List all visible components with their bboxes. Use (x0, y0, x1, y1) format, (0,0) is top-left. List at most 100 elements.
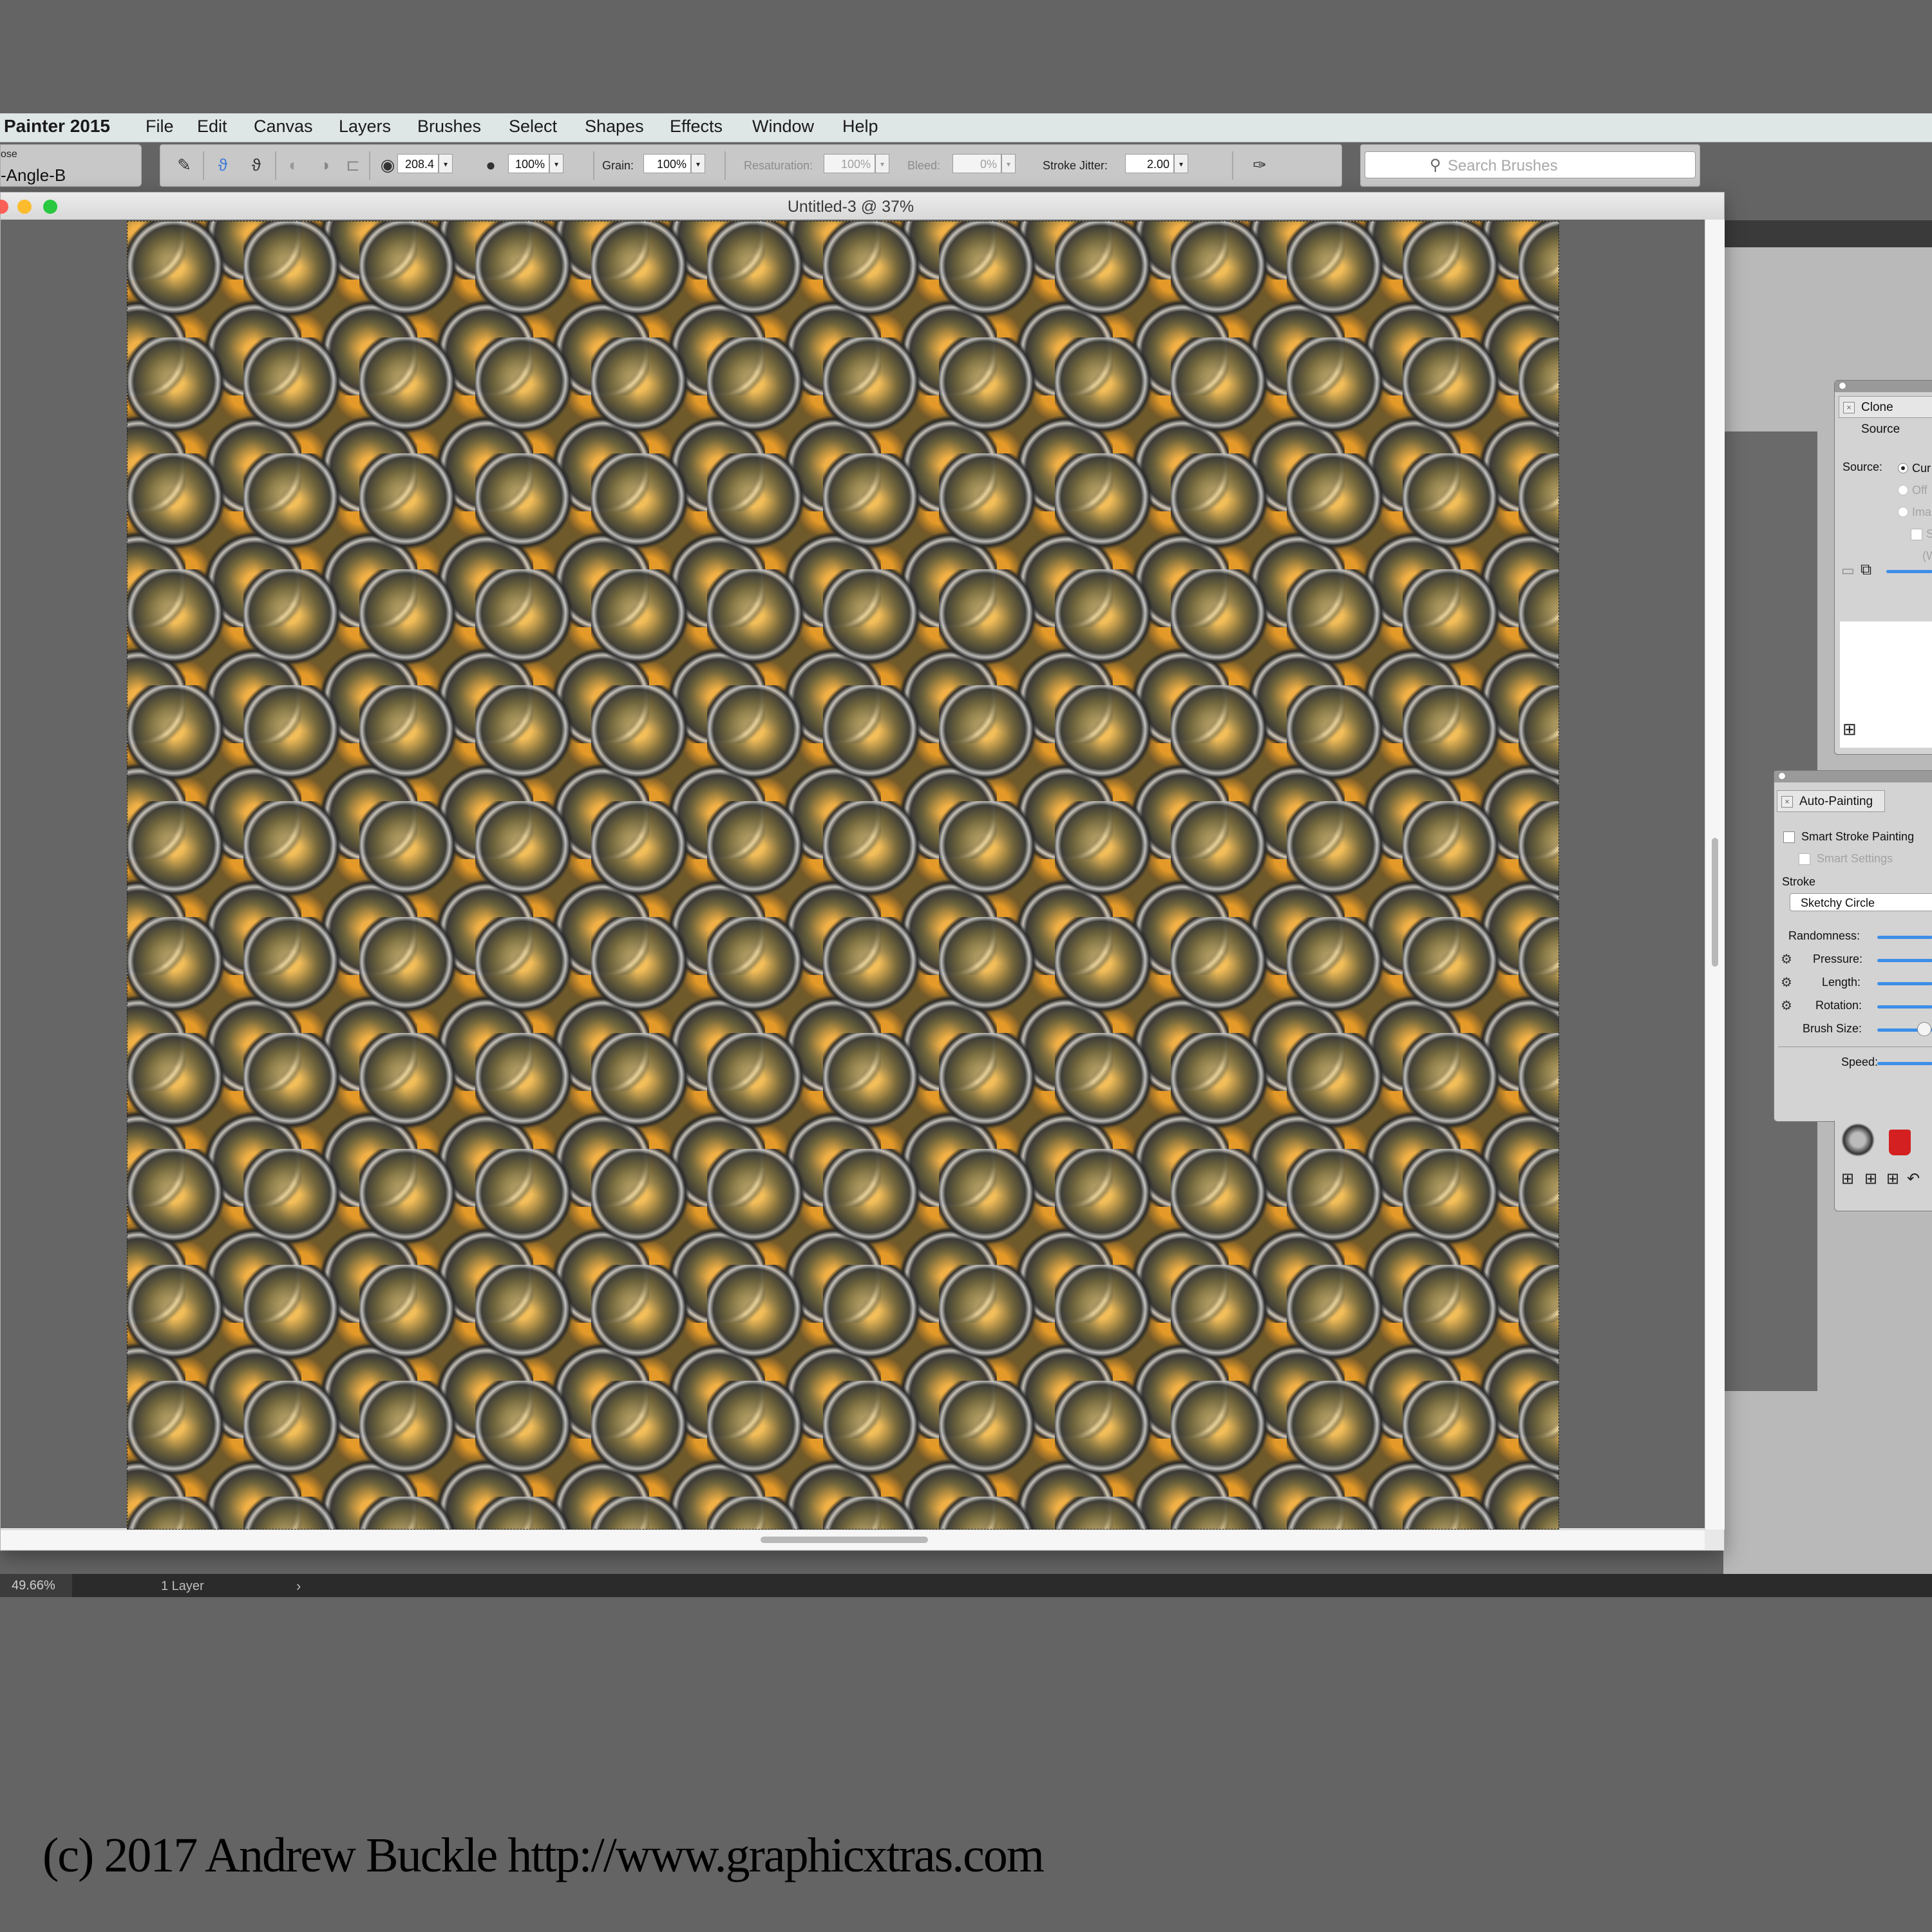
menu-help[interactable]: Help (842, 117, 878, 137)
source-image-radio[interactable] (1898, 507, 1908, 517)
menu-effects[interactable]: Effects (670, 117, 723, 137)
stroke-jitter-dropdown[interactable]: ▾ (1174, 154, 1188, 173)
vertical-scrollbar[interactable] (1705, 220, 1725, 1530)
grain-dropdown[interactable]: ▾ (691, 154, 705, 173)
rotation-slider[interactable] (1877, 1005, 1932, 1009)
undo-icon[interactable]: ↶ (1907, 1170, 1920, 1188)
smart-settings-checkbox[interactable] (1799, 853, 1810, 865)
menu-edit[interactable]: Edit (197, 117, 227, 137)
app-menu[interactable]: Painter 2015 (4, 116, 110, 137)
brush-size-knob[interactable] (1917, 1022, 1931, 1036)
bleed-dropdown[interactable]: ▾ (1001, 154, 1016, 173)
export-icon[interactable]: ⊞ (1886, 1170, 1899, 1188)
pressure-gear-icon[interactable]: ⚙ (1781, 951, 1792, 967)
brush-thumb-icon[interactable] (1841, 1123, 1875, 1157)
document-title: Untitled-3 @ 37% (787, 198, 914, 216)
zoom-level[interactable]: 49.66% (0, 1574, 72, 1597)
stroke-jitter-field[interactable]: 2.00 (1125, 154, 1174, 173)
search-icon: ⚲ (1430, 156, 1441, 174)
close-icon[interactable]: × (1781, 796, 1793, 808)
rotation-label: Rotation: (1815, 999, 1862, 1012)
brush-library-panel: ⊞ ⊞ ⊞ ↶ (1834, 1121, 1932, 1211)
menu-select[interactable]: Select (509, 117, 557, 137)
brush-selector[interactable]: ose -Angle-B (0, 144, 142, 187)
stroke-dropdown[interactable]: Sketchy Circle (1790, 893, 1932, 911)
panel-handle[interactable] (1774, 771, 1932, 782)
menu-brushes[interactable]: Brushes (417, 117, 481, 137)
menu-bar: Painter 2015 File Edit Canvas Layers Bru… (0, 113, 1932, 142)
smart-settings-label: Smart Settings (1817, 852, 1893, 865)
source-label: Source: (1842, 460, 1883, 473)
resaturation-label: Resaturation: (744, 159, 813, 172)
auto-painting-tab[interactable]: × Auto-Painting (1777, 790, 1885, 812)
vertical-scroll-thumb[interactable] (1712, 838, 1718, 967)
separator (724, 151, 726, 180)
opacity-dropdown[interactable]: ▾ (549, 154, 564, 173)
dab-preview-icon[interactable]: ⊏ (342, 154, 364, 176)
search-brushes-bar: ⚲ Search Brushes (1360, 144, 1700, 187)
brush-tracking-icon[interactable]: ✑ (1249, 154, 1271, 176)
separator (593, 151, 594, 180)
length-slider[interactable] (1877, 982, 1932, 985)
rotation-gear-icon[interactable]: ⚙ (1781, 998, 1792, 1014)
painting-canvas[interactable] (127, 221, 1559, 1530)
right-toolbar-strip (1723, 220, 1932, 247)
brush-variant-label: -Angle-B (1, 166, 66, 185)
bleed-field[interactable]: 0% (952, 154, 1001, 173)
freehand-stroke-icon[interactable]: ϑ (212, 154, 234, 176)
stroke-label: Stroke (1782, 875, 1816, 888)
document-window: Untitled-3 @ 37% (0, 192, 1725, 1551)
resaturation-field[interactable]: 100% (824, 154, 875, 173)
grain-field[interactable]: 100% (643, 154, 691, 173)
straight-line-icon[interactable]: ϑ (245, 154, 267, 176)
document-title-bar[interactable]: Untitled-3 @ 37% (0, 193, 1724, 220)
opacity-field[interactable]: 100% (508, 154, 549, 173)
opacity-icon: ● (486, 155, 496, 175)
menu-shapes[interactable]: Shapes (585, 117, 644, 137)
source-offset-label: Off (1912, 484, 1927, 497)
clone-image-icon[interactable]: ▭ (1841, 562, 1855, 579)
speed-label: Speed: (1841, 1056, 1879, 1068)
reset-tool-icon[interactable]: ✎ (173, 154, 195, 176)
menu-canvas[interactable]: Canvas (254, 117, 313, 137)
paint-bucket-icon[interactable] (1889, 1130, 1911, 1155)
menu-window[interactable]: Window (752, 117, 814, 137)
panel-dot-icon (1778, 772, 1786, 780)
clone-layers-icon[interactable]: ⧉ (1861, 561, 1871, 579)
separator (203, 151, 204, 180)
source-current-label: Cur (1912, 462, 1931, 475)
new-library-icon[interactable]: ⊞ (1841, 1170, 1854, 1188)
source-current-radio[interactable] (1898, 463, 1908, 473)
size-icon: ◉ (380, 155, 395, 175)
add-source-icon[interactable]: ⊞ (1842, 719, 1857, 739)
chevron-right-icon[interactable]: › (296, 1578, 301, 1595)
horizontal-scrollbar[interactable] (1, 1530, 1705, 1549)
separator (369, 151, 370, 180)
copyright-notice: (c) 2017 Andrew Buckle http://www.graphi… (43, 1828, 1045, 1882)
length-gear-icon[interactable]: ⚙ (1781, 974, 1792, 990)
stroke-settings-icon[interactable]: ◑ (314, 154, 336, 176)
menu-layers[interactable]: Layers (339, 117, 391, 137)
panel-handle[interactable] (1835, 381, 1932, 392)
size-field[interactable]: 208.4 (397, 154, 439, 173)
horizontal-scroll-thumb[interactable] (761, 1537, 928, 1543)
close-icon[interactable]: × (1843, 402, 1855, 413)
randomness-slider[interactable] (1877, 936, 1932, 939)
search-input[interactable]: ⚲ Search Brushes (1365, 151, 1696, 178)
smart-stroke-checkbox[interactable] (1783, 831, 1795, 843)
import-icon[interactable]: ⊞ (1864, 1170, 1877, 1188)
clone-source-tab[interactable]: × Clone Source (1839, 396, 1932, 436)
source-offset-radio[interactable] (1898, 485, 1908, 495)
size-dropdown[interactable]: ▾ (439, 154, 453, 173)
auto-painting-panel: × Auto-Painting Smart Stroke Painting Sm… (1774, 770, 1932, 1122)
resaturation-dropdown[interactable]: ▾ (875, 154, 889, 173)
brush-ghost-icon[interactable]: ◐ (283, 154, 305, 176)
speed-slider[interactable] (1877, 1062, 1932, 1065)
menu-file[interactable]: File (146, 117, 174, 137)
auto-painting-title: Auto-Painting (1799, 795, 1873, 808)
brush-size-label: Brush Size: (1803, 1022, 1862, 1035)
brush-category-label: ose (1, 149, 17, 160)
pressure-slider[interactable] (1877, 959, 1932, 962)
clone-source-slider[interactable] (1886, 570, 1932, 573)
source-option-checkbox[interactable] (1911, 529, 1922, 540)
